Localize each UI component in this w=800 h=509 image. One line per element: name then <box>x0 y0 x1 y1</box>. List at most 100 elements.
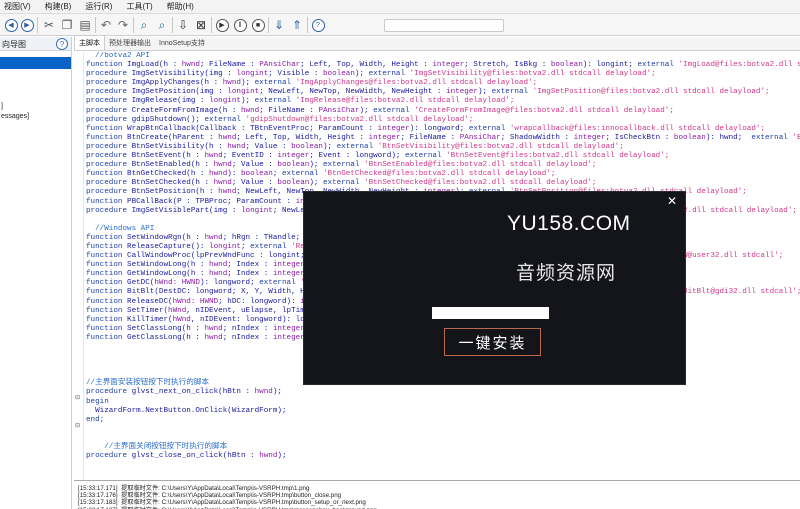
back-icon[interactable]: ◀ <box>3 17 19 33</box>
code-token: 'BitBlt@gdi32.dll stdcall'; <box>678 288 800 297</box>
copy-icon[interactable]: ❐ <box>59 17 75 33</box>
code-token: 'BtnSetEnabled@files:botva2.dll stdcall … <box>364 161 597 170</box>
code-token: CreateFormFromImage(h : <box>131 106 241 115</box>
code-token: CallWindowProc(lpPrevWndFunc : longint; … <box>127 252 328 261</box>
code-token: integer <box>272 261 305 270</box>
code-token: procedure <box>86 142 132 151</box>
code-token: longint <box>209 242 241 251</box>
code-line: procedure BtnSetEvent(h : hwnd; EventID … <box>86 152 800 161</box>
code-token: procedure <box>86 70 132 79</box>
cut-icon[interactable]: ✂ <box>41 17 57 33</box>
menu-item[interactable]: 工具(T) <box>126 1 152 12</box>
code-token: function <box>86 133 128 142</box>
toolbar-search-input[interactable] <box>384 19 504 32</box>
code-token: procedure <box>86 206 132 215</box>
selected-item[interactable] <box>0 57 71 69</box>
code-token: external <box>254 79 296 88</box>
code-token: longint <box>227 88 260 97</box>
pause-icon[interactable]: ‖ <box>232 17 248 33</box>
code-token: external <box>405 152 447 161</box>
code-token: ; Value : <box>231 179 278 188</box>
code-line: WizardForm.NextButton.OnClick(WizardForm… <box>86 407 800 416</box>
fold-marker[interactable]: ⊟ <box>75 394 80 401</box>
close-icon[interactable]: ✕ <box>667 194 677 208</box>
code-token: longint <box>209 97 241 106</box>
forward-icon[interactable]: ▶ <box>19 17 35 33</box>
tree-item[interactable]: essages] <box>1 113 29 120</box>
code-token: end; <box>86 415 105 424</box>
code-token: 'BtnCreate@files:botva2.dll stdcall dela… <box>792 133 800 142</box>
code-token: integer <box>446 88 478 97</box>
code-token: ReleaseDC( <box>127 297 173 306</box>
paste-icon[interactable]: ▤ <box>77 17 93 33</box>
menu-item[interactable]: 运行(R) <box>85 1 112 12</box>
code-token: hwnd <box>209 270 228 279</box>
code-token: function <box>86 297 128 306</box>
code-token: external <box>204 115 246 124</box>
code-token: external <box>259 279 301 288</box>
code-token: glvst_close_on_click(hBtn : <box>131 452 260 461</box>
code-token: 'ImgLoad@files:botva2.dll stdcall delayl… <box>678 61 800 70</box>
code-token: integer <box>368 133 401 142</box>
code-line: //botva2 API <box>86 52 800 61</box>
find-icon[interactable]: ⌕ <box>136 17 152 33</box>
code-token: ); <box>240 97 255 106</box>
code-line: procedure CreateFormFromImage(h : hwnd; … <box>86 107 800 116</box>
code-token: hwnd <box>213 179 232 188</box>
code-token: external <box>323 161 365 170</box>
redo-icon[interactable]: ↷ <box>115 17 131 33</box>
install-button[interactable]: 一键安装 <box>444 328 541 356</box>
tab-main-script[interactable]: 主脚本 <box>74 35 105 50</box>
menu-item[interactable]: 构建(B) <box>45 1 72 12</box>
code-token: function <box>86 197 128 206</box>
code-line: function BtnCreate(hParent : hwnd; Left,… <box>86 134 800 143</box>
help-icon[interactable]: ? <box>56 38 68 50</box>
code-line: procedure BtnSetEnabled(h : hwnd; Value … <box>86 161 800 170</box>
code-token: external <box>368 70 410 79</box>
code-token: ; hDC: longword): <box>218 297 301 306</box>
menu-item[interactable]: 视图(V) <box>4 1 31 12</box>
tab-innosetup-support[interactable]: InnoSetup支持 <box>155 36 209 50</box>
installer-preview-window: ✕ YU158.COM 音频资源网 一键安装 <box>303 191 686 385</box>
code-token: GetClassLong(h : <box>127 333 205 342</box>
code-token: BtnCreate(hParent : <box>127 133 219 142</box>
code-token: ; Index : <box>227 270 273 279</box>
code-token: hwnd <box>240 106 260 115</box>
menu-item[interactable]: 帮助(H) <box>167 1 194 12</box>
download-icon[interactable]: ⇓ <box>271 17 287 33</box>
code-token: external <box>250 242 292 251</box>
tree-item[interactable]: ] <box>1 103 3 110</box>
code-token: ImgLoad(h : <box>127 61 182 70</box>
code-token: boolean <box>322 70 355 79</box>
code-token: hwnd <box>209 261 228 270</box>
code-token: hwnd <box>259 452 278 461</box>
undo-icon[interactable]: ↶ <box>98 17 114 33</box>
brand-subtitle: 音频资源网 <box>516 263 617 284</box>
run-icon[interactable]: ▶ <box>214 17 230 33</box>
tab-preprocessor-output[interactable]: 预处理器输出 <box>105 36 155 50</box>
upload-icon[interactable]: ⇑ <box>289 17 305 33</box>
help-icon[interactable]: ? <box>310 17 326 33</box>
stop-compile-icon[interactable]: ⊠ <box>193 17 209 33</box>
code-token: hwnd <box>227 142 246 151</box>
compile-icon[interactable]: ⇩ <box>175 17 191 33</box>
code-token: procedure <box>86 88 132 97</box>
code-token: ; Left, Top, Width, Height : <box>300 61 433 70</box>
install-path-input[interactable] <box>432 307 549 319</box>
code-token: ImgApplyChanges(h : <box>131 79 223 88</box>
code-token: boolean <box>291 142 323 151</box>
code-token: hwnd <box>204 324 223 333</box>
log-line: [15:33:17.187] 提取临时文件: C:\Users\Y\AppDat… <box>78 505 800 509</box>
fold-marker[interactable]: ⊟ <box>75 422 80 429</box>
code-token: procedure <box>86 388 132 397</box>
code-token: procedure <box>86 79 132 88</box>
find-next-icon[interactable]: ⌕ <box>154 17 170 33</box>
code-token: hwnd <box>222 79 241 88</box>
stop-icon[interactable]: ■ <box>250 17 266 33</box>
code-token: hwnd <box>204 152 223 161</box>
code-line: function ImgLoad(h : hwnd; FileName : PA… <box>86 61 800 70</box>
code-token: ): <box>227 170 241 179</box>
code-token: boolean <box>550 61 583 70</box>
left-panel-title: 向导图 <box>2 40 26 49</box>
